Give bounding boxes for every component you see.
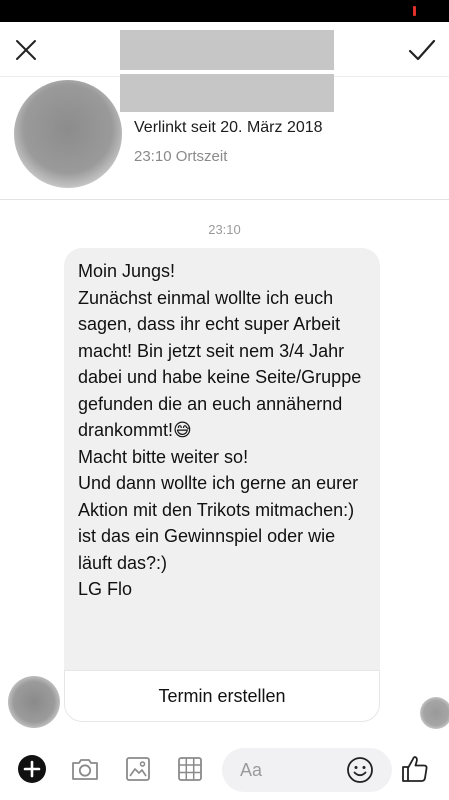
message-timestamp: 23:10 (208, 222, 241, 237)
thumbs-up-icon (402, 756, 428, 782)
message-bubble[interactable]: Moin Jungs! Zunächst einmal wollte ich e… (64, 248, 380, 722)
message-input-placeholder: Aa (240, 760, 263, 780)
seen-indicator-avatar (420, 697, 449, 729)
contact-subtitle-redacted (120, 74, 334, 112)
composer-toolbar: Aa (0, 740, 449, 800)
checkmark-icon (408, 39, 436, 61)
close-button[interactable] (6, 30, 46, 70)
smiley-icon (347, 757, 373, 783)
create-appointment-button[interactable]: Termin erstellen (64, 670, 380, 722)
apps-button[interactable] (173, 752, 207, 786)
battery-indicator (413, 6, 416, 16)
contact-avatar[interactable] (14, 80, 122, 188)
local-time-text: 23:10 Ortszeit (134, 148, 228, 165)
message-input[interactable]: Aa (222, 748, 392, 792)
camera-button[interactable] (68, 752, 102, 786)
message-text: Moin Jungs! Zunächst einmal wollte ich e… (78, 261, 362, 599)
like-button[interactable] (398, 752, 432, 786)
contact-header: Verlinkt seit 20. März 2018 23:10 Ortsze… (0, 22, 449, 200)
plus-icon (18, 755, 46, 783)
confirm-button[interactable] (402, 30, 442, 70)
gallery-button[interactable] (121, 752, 155, 786)
emoji-button[interactable] (344, 754, 376, 786)
linked-since-text: Verlinkt seit 20. März 2018 (134, 119, 323, 136)
more-actions-button[interactable] (15, 752, 49, 786)
sender-avatar[interactable] (8, 676, 60, 728)
image-icon (126, 757, 150, 781)
grid-icon (178, 757, 202, 781)
close-icon (16, 40, 36, 60)
contact-name-redacted (120, 30, 334, 70)
status-bar (0, 0, 449, 22)
camera-icon (72, 759, 98, 780)
